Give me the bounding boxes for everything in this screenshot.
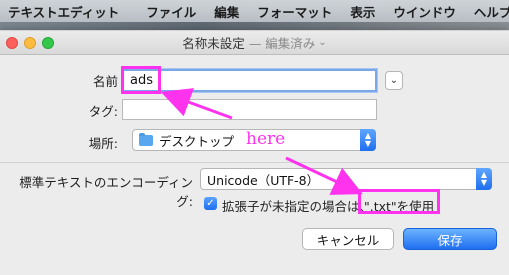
annotation-arrow-extension xyxy=(285,156,363,195)
annotation-arrow-name xyxy=(160,88,233,120)
annotation-note: here xyxy=(246,129,286,149)
